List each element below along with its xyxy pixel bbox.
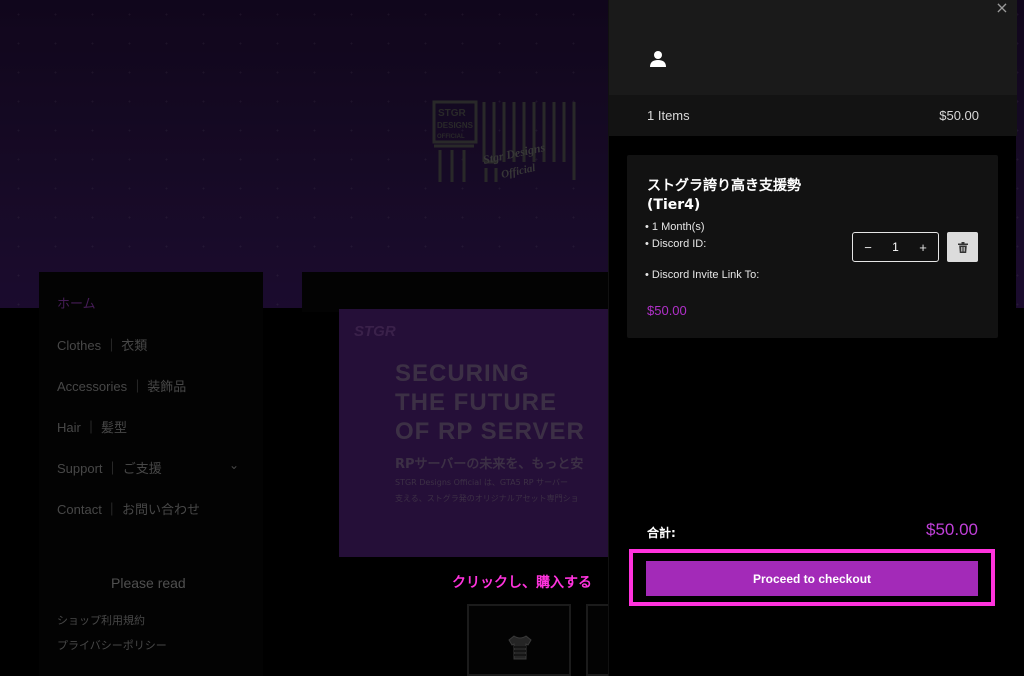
footer-link-privacy[interactable]: プライバシーポリシー	[57, 637, 167, 653]
footer-link-terms[interactable]: ショップ利用規約	[57, 612, 145, 628]
shirt-icon	[508, 635, 532, 660]
svg-text:OFFICIAL: OFFICIAL	[437, 134, 465, 140]
content-panel-top	[302, 272, 622, 312]
banner-body-line: STGR Designs Official は、GTA5 RP サーバー	[395, 478, 569, 487]
trash-icon	[957, 241, 968, 253]
item-price: $50.00	[647, 303, 687, 318]
stgr-designs-logo: STGR DESIGNS OFFICIAL Stgr Designs Offic…	[432, 98, 582, 184]
cart-subtotal: $50.00	[939, 108, 979, 123]
banner-body-line: 支える、ストグラ発のオリジナルアセット専門ショ	[395, 494, 579, 503]
nav-item-support[interactable]: Support ｜ ご支援	[57, 458, 162, 477]
remove-item-button[interactable]	[947, 232, 978, 262]
decrement-button[interactable]: −	[861, 240, 875, 255]
annotation-text: クリックし、購入する	[452, 575, 592, 591]
svg-text:STGR: STGR	[438, 108, 467, 119]
cart-item-count: 1 Items	[647, 108, 690, 123]
user-icon[interactable]	[649, 50, 667, 68]
item-option: • Discord ID:	[645, 238, 707, 250]
cart-header: ×	[609, 0, 1017, 95]
svg-text:Official: Official	[500, 162, 537, 181]
svg-text:DESIGNS: DESIGNS	[437, 121, 474, 130]
chevron-down-icon[interactable]: ⌄	[229, 458, 239, 472]
please-read-heading: Please read	[111, 575, 186, 591]
item-title[interactable]: ストグラ誇り高き支援勢 (Tier4)	[647, 177, 857, 215]
nav-item-clothes[interactable]: Clothes ｜ 衣類	[57, 335, 147, 354]
quantity-stepper: − 1 +	[852, 232, 939, 262]
close-icon[interactable]: ×	[993, 0, 1011, 18]
quantity-value[interactable]: 1	[892, 240, 899, 254]
banner-subheadline: RPサーバーの未来を、もっと安	[395, 457, 584, 472]
total-value: $50.00	[926, 520, 978, 539]
banner-headline: SECURING THE FUTURE OF RP SERVER	[395, 360, 585, 445]
banner-brand: STGR	[354, 323, 396, 340]
nav-item-accessories[interactable]: Accessories ｜ 装飾品	[57, 376, 186, 395]
increment-button[interactable]: +	[916, 240, 930, 255]
cart-drawer: × 1 Items $50.00 ストグラ誇り高き支援勢 (Tier4) • 1…	[608, 0, 1017, 676]
item-option: • 1 Month(s)	[645, 221, 705, 233]
nav-item-contact[interactable]: Contact ｜ お問い合わせ	[57, 499, 200, 518]
nav-item-home[interactable]: ホーム	[57, 293, 96, 312]
nav-item-hair[interactable]: Hair ｜ 髪型	[57, 417, 127, 436]
promo-banner[interactable]: STGR SECURING THE FUTURE OF RP SERVER RP…	[339, 309, 609, 557]
cart-line-item: ストグラ誇り高き支援勢 (Tier4) • 1 Month(s) • Disco…	[627, 155, 998, 338]
total-label: 合計:	[647, 526, 676, 540]
cart-summary: 1 Items $50.00	[609, 95, 1017, 136]
category-card-clothing[interactable]	[467, 604, 571, 676]
item-option: • Discord Invite Link To:	[645, 269, 760, 281]
checkout-button[interactable]: Proceed to checkout	[646, 561, 978, 596]
